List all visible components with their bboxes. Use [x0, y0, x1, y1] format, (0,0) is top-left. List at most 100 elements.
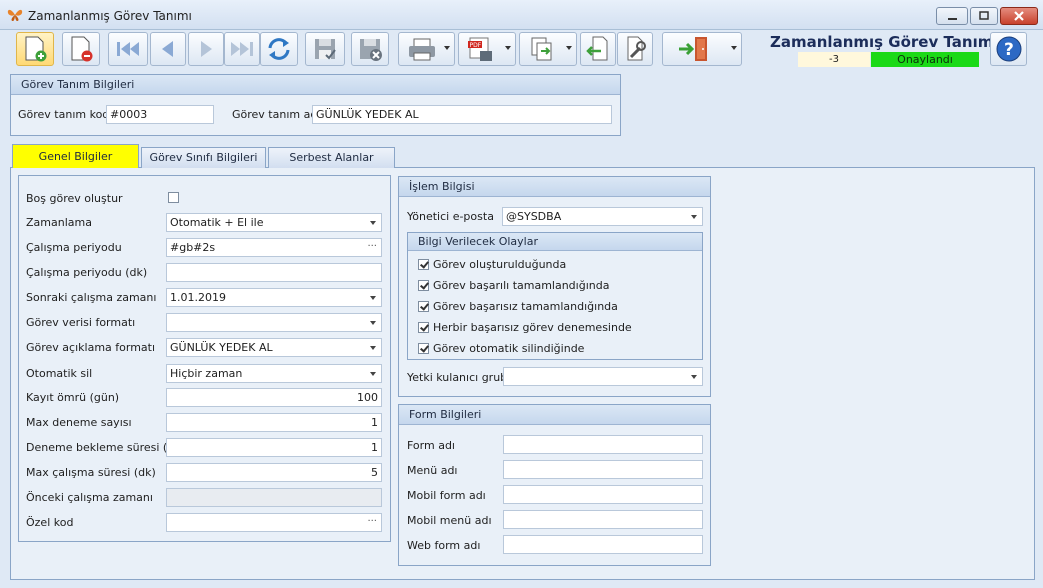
event-success-checkbox[interactable]: [418, 280, 429, 291]
event-failed-label: Görev başarısız tamamlandığında: [433, 300, 618, 313]
event-failed-checkbox[interactable]: [418, 301, 429, 312]
admin-email-select[interactable]: @SYSDBA: [502, 207, 703, 226]
header-title: Zamanlanmış Görev Tanımı: [770, 33, 999, 51]
refresh-button[interactable]: [260, 32, 298, 66]
print-icon: [408, 38, 435, 61]
retry-wait-label: Deneme bekleme süresi (dk): [26, 441, 185, 454]
definition-group-title: Görev Tanım Bilgileri: [11, 75, 620, 95]
close-button[interactable]: [1000, 7, 1038, 25]
print-button[interactable]: [398, 32, 455, 66]
chevron-down-icon: [370, 321, 376, 325]
auto-delete-label: Otomatik sil: [26, 367, 93, 380]
mobile-form-input[interactable]: [503, 485, 703, 504]
event-each-failure-label: Herbir başarısız görev denemesinde: [433, 321, 632, 334]
desc-format-label: Görev açıklama formatı: [26, 341, 156, 354]
save-button[interactable]: [305, 32, 345, 66]
chevron-down-icon: [691, 375, 697, 379]
next-record-icon: [201, 41, 212, 57]
auto-delete-select[interactable]: Hiçbir zaman: [166, 364, 382, 383]
max-attempts-input[interactable]: 1: [166, 413, 382, 432]
period-min-input[interactable]: [166, 263, 382, 282]
first-record-icon: [117, 42, 139, 56]
mobile-menu-input[interactable]: [503, 510, 703, 529]
admin-email-value: @SYSDBA: [506, 210, 562, 223]
period-min-label: Çalışma periyodu (dk): [26, 266, 148, 279]
settings-button[interactable]: [617, 32, 653, 66]
chevron-down-icon: [370, 346, 376, 350]
exit-button[interactable]: [662, 32, 742, 66]
data-format-select[interactable]: [166, 313, 382, 332]
event-success-label: Görev başarılı tamamlandığında: [433, 279, 610, 292]
create-empty-checkbox[interactable]: [168, 192, 179, 203]
events-group: Bilgi Verilecek Olaylar: [407, 232, 703, 360]
schedule-value: Otomatik + El ile: [170, 216, 264, 229]
desc-format-select[interactable]: GÜNLÜK YEDEK AL: [166, 338, 382, 357]
auth-group-label: Yetki kulanıcı grubu: [407, 371, 515, 384]
retry-wait-input[interactable]: 1: [166, 438, 382, 457]
title-bar: Zamanlanmış Görev Tanımı: [0, 0, 1043, 30]
svg-text:PDF: PDF: [470, 42, 482, 49]
tab-free-fields[interactable]: Serbest Alanlar: [268, 147, 395, 168]
settings-wrench-icon: [627, 36, 646, 61]
restore-icon: [979, 11, 989, 20]
ellipsis-icon[interactable]: ···: [367, 239, 377, 255]
menu-name-input[interactable]: [503, 460, 703, 479]
copy-export-button[interactable]: [519, 32, 577, 66]
events-group-title: Bilgi Verilecek Olaylar: [408, 233, 702, 251]
new-button[interactable]: [16, 32, 54, 66]
record-count: -3: [798, 52, 870, 67]
event-created-label: Görev oluşturulduğunda: [433, 258, 567, 271]
save-cancel-icon: [360, 39, 382, 61]
event-auto-deleted-checkbox[interactable]: [418, 343, 429, 354]
minimize-button[interactable]: [936, 7, 968, 25]
chevron-down-icon: [691, 215, 697, 219]
event-created-checkbox[interactable]: [418, 259, 429, 270]
web-form-input[interactable]: [503, 535, 703, 554]
tab-general[interactable]: Genel Bilgiler: [12, 144, 139, 168]
help-button[interactable]: ?: [990, 32, 1027, 66]
previous-record-button[interactable]: [150, 32, 186, 66]
task-code-label: Görev tanım kodu: [18, 108, 117, 121]
max-duration-label: Max çalışma süresi (dk): [26, 466, 156, 479]
task-name-input[interactable]: GÜNLÜK YEDEK AL: [312, 105, 612, 124]
save-cancel-button[interactable]: [351, 32, 389, 66]
period-input[interactable]: #gb#2s ···: [166, 238, 382, 257]
ellipsis-icon[interactable]: ···: [367, 514, 377, 530]
chevron-down-icon: [370, 372, 376, 376]
next-run-select[interactable]: 1.01.2019: [166, 288, 382, 307]
tab-task-class[interactable]: Görev Sınıfı Bilgileri: [141, 147, 266, 168]
mobile-form-label: Mobil form adı: [407, 489, 486, 502]
import-icon: [586, 36, 608, 61]
create-empty-label: Boş görev oluştur: [26, 192, 123, 205]
delete-button[interactable]: [62, 32, 100, 66]
chevron-down-icon: [370, 221, 376, 225]
chevron-down-icon: [370, 296, 376, 300]
maximize-button[interactable]: [970, 7, 998, 25]
status-badge: Onaylandı: [871, 52, 979, 67]
special-code-input[interactable]: ···: [166, 513, 382, 532]
refresh-icon: [268, 38, 290, 60]
record-life-input[interactable]: 100: [166, 388, 382, 407]
first-record-button[interactable]: [108, 32, 148, 66]
period-label: Çalışma periyodu: [26, 241, 122, 254]
auth-group-select[interactable]: [503, 367, 703, 386]
import-button[interactable]: [580, 32, 616, 66]
next-record-button[interactable]: [188, 32, 224, 66]
max-attempts-label: Max deneme sayısı: [26, 416, 132, 429]
schedule-select[interactable]: Otomatik + El ile: [166, 213, 382, 232]
prev-run-label: Önceki çalışma zamanı: [26, 491, 153, 504]
data-format-label: Görev verisi formatı: [26, 316, 136, 329]
help-icon: ?: [996, 36, 1021, 62]
max-duration-input[interactable]: 5: [166, 463, 382, 482]
form-name-input[interactable]: [503, 435, 703, 454]
dropdown-arrow-icon: [505, 46, 511, 50]
task-code-input[interactable]: #0003: [106, 105, 214, 124]
record-life-label: Kayıt ömrü (gün): [26, 391, 120, 404]
pdf-export-button[interactable]: PDF: [458, 32, 516, 66]
next-run-label: Sonraki çalışma zamanı: [26, 291, 157, 304]
auto-delete-value: Hiçbir zaman: [170, 367, 243, 380]
web-form-label: Web form adı: [407, 539, 481, 552]
last-record-button[interactable]: [224, 32, 260, 66]
copy-export-icon: [531, 37, 552, 61]
event-each-failure-checkbox[interactable]: [418, 322, 429, 333]
